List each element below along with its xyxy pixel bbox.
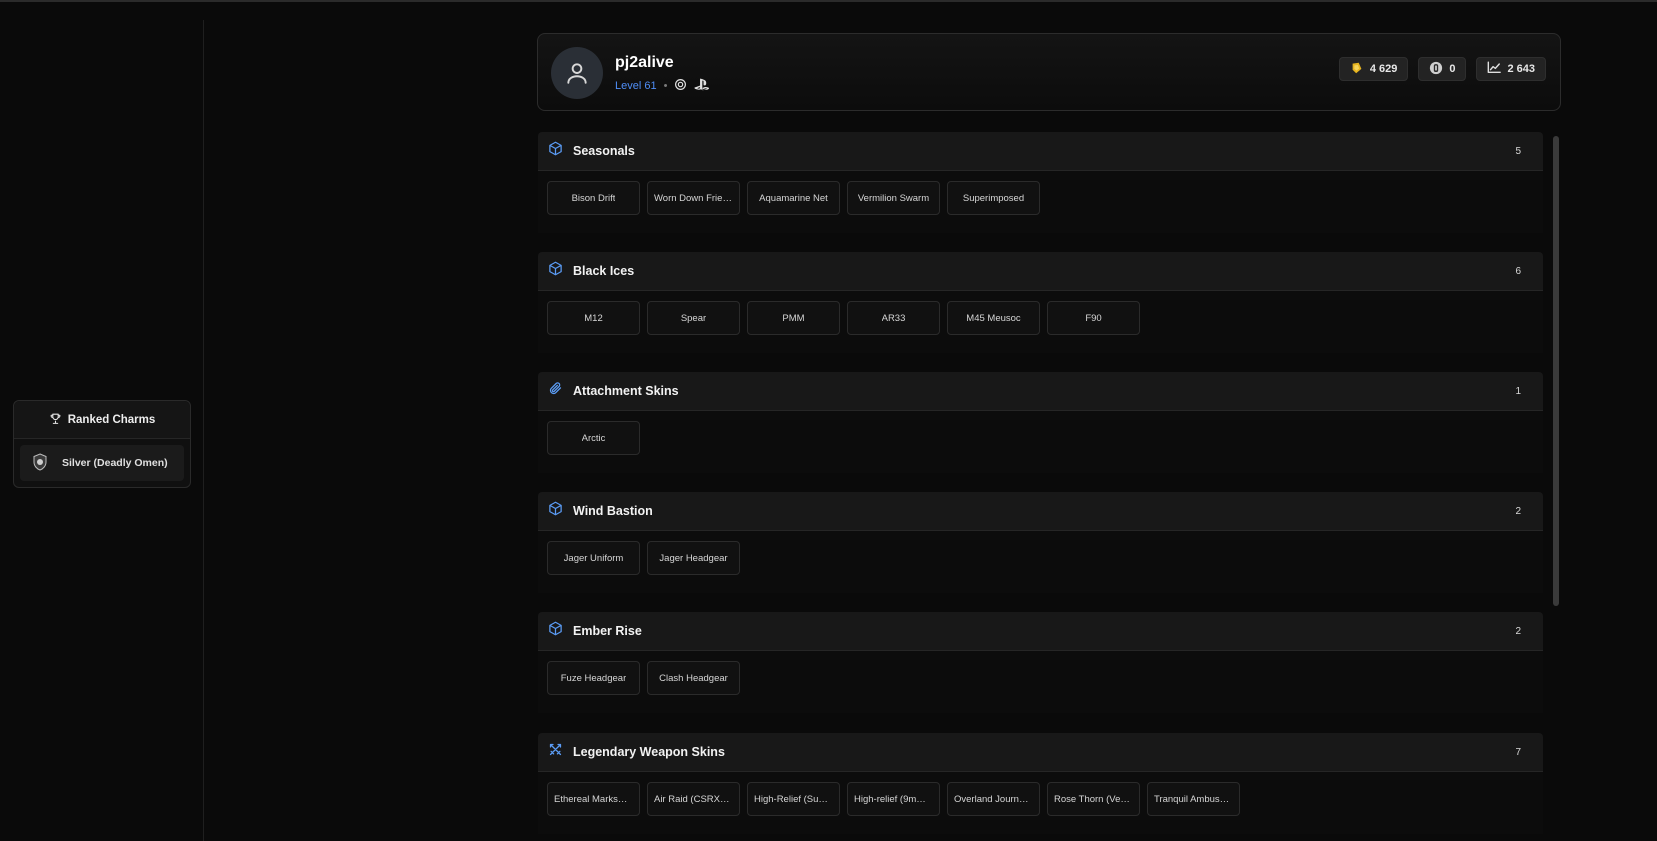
section-header[interactable]: Legendary Weapon Skins 7 <box>538 733 1543 772</box>
scrollbar-thumb[interactable] <box>1553 136 1559 606</box>
progress-stat: 2 643 <box>1476 57 1546 81</box>
item-chip[interactable]: Aquamarine Net <box>747 181 840 215</box>
item-chip[interactable]: Jager Headgear <box>647 541 740 575</box>
cube-icon <box>548 501 563 521</box>
item-chip[interactable]: Spear <box>647 301 740 335</box>
item-chip[interactable]: Superimposed <box>947 181 1040 215</box>
charm-item-label: Silver (Deadly Omen) <box>62 457 168 469</box>
section-title: Seasonals <box>573 144 635 158</box>
section-title: Legendary Weapon Skins <box>573 745 725 759</box>
item-chip[interactable]: High-relief (9mm ... <box>847 782 940 816</box>
user-icon <box>567 63 587 84</box>
item-chip[interactable]: Fuze Headgear <box>547 661 640 695</box>
cube-icon <box>548 621 563 641</box>
section-items: Arctic <box>538 411 1543 455</box>
section-title: Black Ices <box>573 264 635 278</box>
item-chip[interactable]: Worn Down Friend <box>647 181 740 215</box>
ranked-charms-card: Ranked Charms Silver (Deadly Omen) <box>13 400 191 488</box>
section-attachment-skins: Attachment Skins 1 Arctic <box>538 372 1543 473</box>
section-legendary-weapon-skins: Legendary Weapon Skins 7 Ethereal Marksm… <box>538 733 1543 834</box>
player-level: Level 61 <box>615 80 657 92</box>
item-chip[interactable]: Vermilion Swarm <box>847 181 940 215</box>
section-items: Ethereal Marksma... Air Raid (CSRX300) H… <box>538 772 1543 816</box>
separator-dot: • <box>663 80 668 92</box>
section-items: M12 Spear PMM AR33 M45 Meusoc F90 <box>538 291 1543 335</box>
chart-icon <box>1487 61 1502 77</box>
item-chip[interactable]: F90 <box>1047 301 1140 335</box>
crossed-swords-icon <box>548 742 563 762</box>
credits-value: 0 <box>1449 63 1456 75</box>
section-items: Fuze Headgear Clash Headgear <box>538 651 1543 695</box>
item-chip[interactable]: Jager Uniform <box>547 541 640 575</box>
avatar[interactable] <box>551 47 603 99</box>
item-chip[interactable]: AR33 <box>847 301 940 335</box>
section-count: 7 <box>1515 746 1521 758</box>
renown-stat: 4 629 <box>1338 57 1409 81</box>
scrollbar[interactable] <box>1553 136 1559 606</box>
section-header[interactable]: Wind Bastion 2 <box>538 492 1543 531</box>
item-chip[interactable]: M12 <box>547 301 640 335</box>
item-chip[interactable]: M45 Meusoc <box>947 301 1040 335</box>
sidebar-divider <box>203 20 204 841</box>
top-border <box>0 0 1657 2</box>
paperclip-icon <box>548 381 563 401</box>
cube-icon <box>548 261 563 281</box>
collection-sections: Seasonals 5 Bison Drift Worn Down Friend… <box>538 132 1543 841</box>
item-chip[interactable]: Bison Drift <box>547 181 640 215</box>
section-header[interactable]: Seasonals 5 <box>538 132 1543 171</box>
charm-item[interactable]: Silver (Deadly Omen) <box>20 445 184 481</box>
item-chip[interactable]: Rose Thorn (Vector) <box>1047 782 1140 816</box>
ubisoft-icon <box>674 78 687 94</box>
section-count: 1 <box>1515 385 1521 397</box>
section-count: 6 <box>1515 265 1521 277</box>
ranked-charms-title: Ranked Charms <box>67 413 156 426</box>
section-header[interactable]: Black Ices 6 <box>538 252 1543 291</box>
progress-value: 2 643 <box>1507 63 1535 75</box>
section-items: Bison Drift Worn Down Friend Aquamarine … <box>538 171 1543 215</box>
playstation-icon <box>694 78 710 94</box>
item-chip[interactable]: Air Raid (CSRX300) <box>647 782 740 816</box>
section-title: Attachment Skins <box>573 384 679 398</box>
section-black-ices: Black Ices 6 M12 Spear PMM AR33 M45 Meus… <box>538 252 1543 353</box>
section-count: 2 <box>1515 505 1521 517</box>
item-chip[interactable]: PMM <box>747 301 840 335</box>
section-wind-bastion: Wind Bastion 2 Jager Uniform Jager Headg… <box>538 492 1543 593</box>
cube-icon <box>548 141 563 161</box>
section-title: Ember Rise <box>573 624 642 638</box>
section-items: Jager Uniform Jager Headgear <box>538 531 1543 575</box>
item-chip[interactable]: High-Relief (Supe... <box>747 782 840 816</box>
level-row: Level 61 • <box>615 78 710 94</box>
renown-value: 4 629 <box>1369 63 1398 75</box>
section-header[interactable]: Attachment Skins 1 <box>538 372 1543 411</box>
section-header[interactable]: Ember Rise 2 <box>538 612 1543 651</box>
section-seasonals: Seasonals 5 Bison Drift Worn Down Friend… <box>538 132 1543 233</box>
trophy-icon <box>49 412 62 428</box>
profile-header: pj2alive Level 61 • 4 629 0 2 643 <box>537 33 1561 111</box>
credits-stat: 0 <box>1418 57 1467 81</box>
item-chip[interactable]: Tranquil Ambush ... <box>1147 782 1240 816</box>
section-count: 5 <box>1515 145 1521 157</box>
ranked-charms-header: Ranked Charms <box>14 401 190 439</box>
item-chip[interactable]: Ethereal Marksma... <box>547 782 640 816</box>
profile-stats: 4 629 0 2 643 <box>1338 57 1546 81</box>
item-chip[interactable]: Overland Journey... <box>947 782 1040 816</box>
item-chip[interactable]: Arctic <box>547 421 640 455</box>
charm-badge-icon <box>32 452 48 474</box>
credits-icon <box>1429 61 1443 78</box>
section-ember-rise: Ember Rise 2 Fuze Headgear Clash Headgea… <box>538 612 1543 713</box>
renown-icon <box>1350 61 1364 78</box>
username: pj2alive <box>615 54 674 71</box>
section-count: 2 <box>1515 625 1521 637</box>
section-title: Wind Bastion <box>573 504 653 518</box>
item-chip[interactable]: Clash Headgear <box>647 661 740 695</box>
